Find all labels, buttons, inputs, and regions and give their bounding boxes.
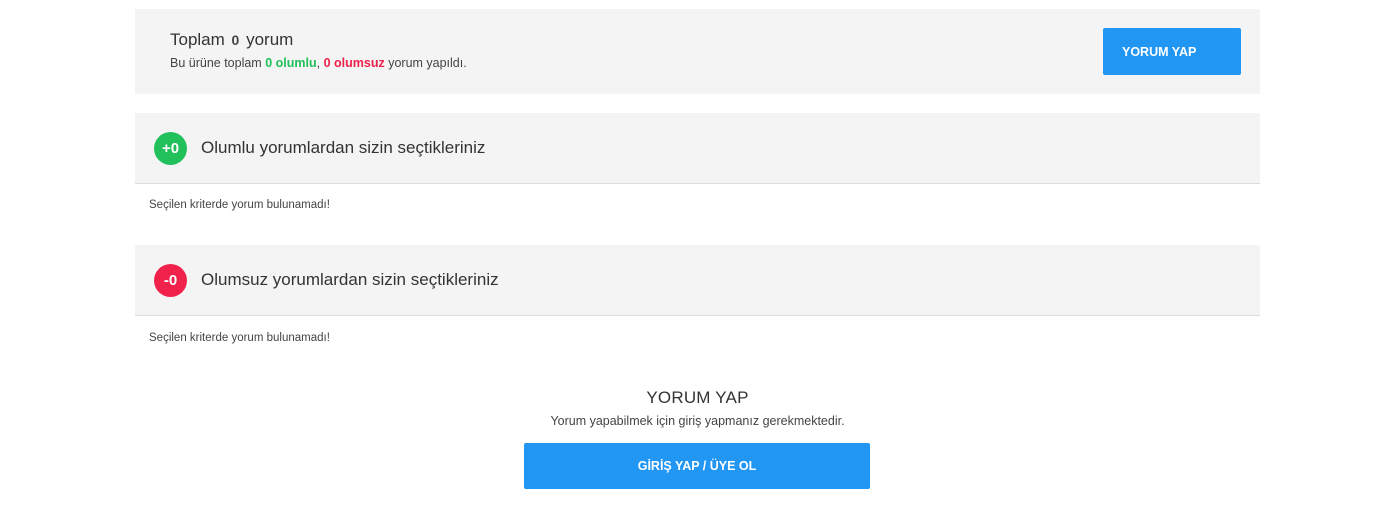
negative-empty-message: Seçilen kriterde yorum bulunamadı!: [149, 332, 330, 344]
positive-section-title: Olumlu yorumlardan sizin seçtikleriniz: [201, 138, 486, 157]
positive-empty-message: Seçilen kriterde yorum bulunamadı!: [149, 199, 330, 211]
review-summary-box: Toplam 0 yorum Bu ürüne toplam 0 olumlu,…: [135, 9, 1260, 94]
negative-count-text: 0 olumsuz: [323, 56, 385, 70]
write-review-cta: YORUM YAP Yorum yapabilmek için giriş ya…: [135, 388, 1260, 489]
summary-separator: ,: [316, 56, 321, 70]
summary-text: Bu ürüne toplam 0 olumlu, 0 olumsuz yoru…: [170, 56, 467, 70]
cta-text: Yorum yapabilmek için giriş yapmanız ger…: [550, 414, 845, 428]
summary-text-suffix: yorum yapıldı.: [388, 56, 467, 70]
summary-title: Toplam 0 yorum: [170, 30, 293, 50]
positive-count-badge: +0: [154, 132, 187, 165]
cta-title: YORUM YAP: [646, 388, 749, 407]
negative-reviews-header: -0 Olumsuz yorumlardan sizin seçtiklerin…: [135, 245, 1260, 316]
login-register-button[interactable]: GİRİŞ YAP / ÜYE OL: [524, 443, 870, 489]
summary-text-prefix: Bu ürüne toplam: [170, 56, 262, 70]
positive-count-text: 0 olumlu: [265, 56, 317, 70]
positive-reviews-header: +0 Olumlu yorumlardan sizin seçtiklerini…: [135, 113, 1260, 184]
summary-title-prefix: Toplam: [170, 30, 225, 49]
negative-count-badge: -0: [154, 264, 187, 297]
summary-title-suffix: yorum: [246, 30, 294, 49]
write-review-button[interactable]: YORUM YAP: [1103, 28, 1241, 75]
total-review-count: 0: [231, 32, 240, 48]
negative-section-title: Olumsuz yorumlardan sizin seçtikleriniz: [201, 270, 499, 289]
